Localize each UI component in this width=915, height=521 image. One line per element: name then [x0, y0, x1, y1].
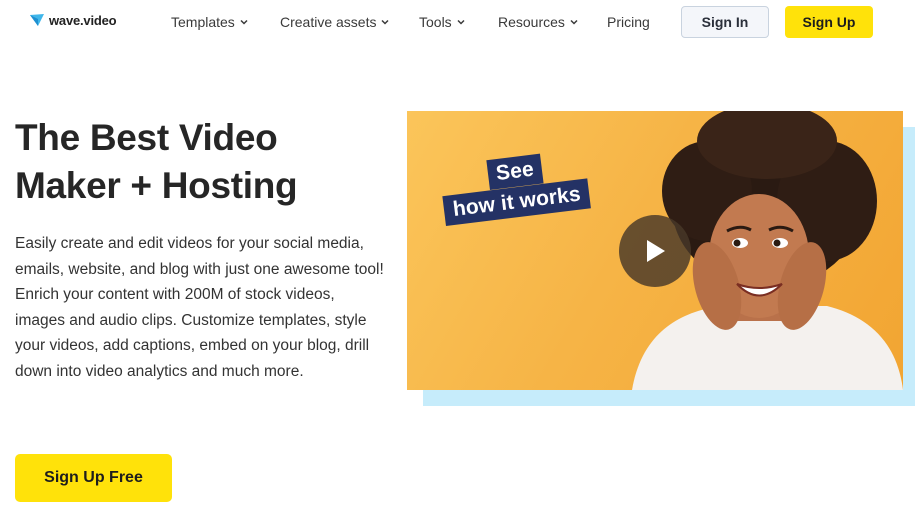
hero-description: Easily create and edit videos for your s…	[15, 231, 387, 385]
sign-up-free-button[interactable]: Sign Up Free	[15, 454, 172, 502]
hero-title-line1: The Best Video	[15, 117, 278, 158]
hero-description-paragraph-1: Easily create and edit videos for your s…	[15, 235, 384, 278]
brand-name: wave.video	[49, 12, 117, 28]
hero-title: The Best Video Maker + Hosting	[15, 114, 395, 210]
brand-logo[interactable]: wave.video	[29, 12, 117, 28]
wave-logo-icon	[30, 14, 44, 26]
nav-creative-assets-label: Creative assets	[280, 14, 377, 30]
nav-pricing[interactable]: Pricing	[607, 14, 650, 30]
chevron-down-icon	[381, 19, 390, 25]
nav-creative-assets[interactable]: Creative assets	[280, 14, 390, 30]
nav-resources[interactable]: Resources	[498, 14, 578, 30]
nav-templates[interactable]: Templates	[171, 14, 248, 30]
chevron-down-icon	[240, 19, 248, 25]
nav-pricing-label: Pricing	[607, 14, 650, 30]
nav-tools[interactable]: Tools	[419, 14, 465, 30]
hero-title-line2: Maker + Hosting	[15, 165, 298, 206]
nav-resources-label: Resources	[498, 14, 565, 30]
chevron-down-icon	[457, 19, 465, 25]
chevron-down-icon	[570, 19, 578, 25]
sign-in-button[interactable]: Sign In	[681, 6, 769, 38]
top-navigation: wave.video Templates Creative assets Too…	[0, 0, 915, 44]
sign-up-button[interactable]: Sign Up	[785, 6, 873, 38]
play-button[interactable]	[619, 215, 691, 287]
nav-templates-label: Templates	[171, 14, 235, 30]
hero-description-paragraph-2: Enrich your content with 200M of stock v…	[15, 286, 370, 380]
play-icon	[647, 240, 665, 262]
nav-tools-label: Tools	[419, 14, 452, 30]
